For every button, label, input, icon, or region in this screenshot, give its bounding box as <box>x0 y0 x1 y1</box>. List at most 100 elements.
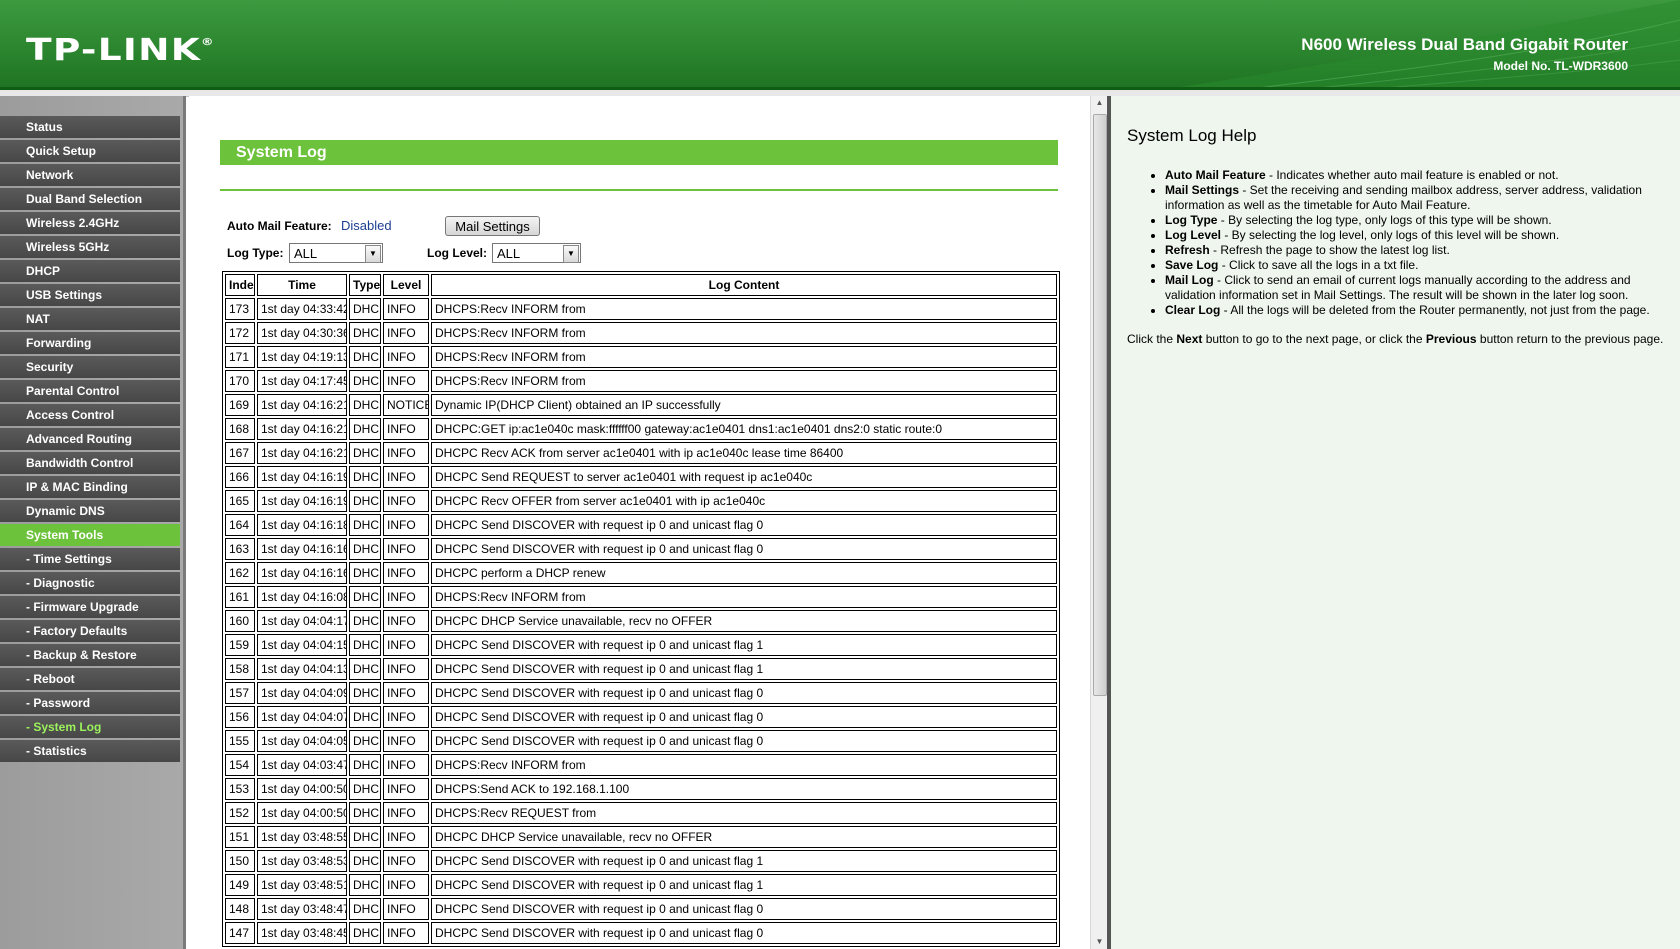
log-time: 1st day 04:03:47 <box>257 754 347 776</box>
table-row: 1581st day 04:04:13DHCPINFODHCPC Send DI… <box>225 658 1057 680</box>
log-content: DHCPC DHCP Service unavailable, recv no … <box>431 826 1057 848</box>
sidebar-subitem-system-log[interactable]: - System Log <box>0 716 180 738</box>
main-scrollbar[interactable]: ▲ ▼ <box>1090 96 1108 949</box>
log-type-select[interactable]: ALL ▼ <box>289 243 383 263</box>
log-level: INFO <box>383 442 429 464</box>
log-content: DHCPC DHCP Service unavailable, recv no … <box>431 610 1057 632</box>
log-level: INFO <box>383 322 429 344</box>
log-index: 159 <box>225 634 255 656</box>
log-content: DHCPC Send DISCOVER with request ip 0 an… <box>431 514 1057 536</box>
column-header-time: Time <box>257 274 347 296</box>
sidebar-subitem-firmware-upgrade[interactable]: - Firmware Upgrade <box>0 596 180 618</box>
sidebar-item-wireless-24ghz[interactable]: Wireless 2.4GHz <box>0 212 180 234</box>
sidebar-item-ip-mac-binding[interactable]: IP & MAC Binding <box>0 476 180 498</box>
log-time: 1st day 04:04:05 <box>257 730 347 752</box>
sidebar-item-access-control[interactable]: Access Control <box>0 404 180 426</box>
sidebar-item-status[interactable]: Status <box>0 116 180 138</box>
log-type: DHCP <box>349 826 381 848</box>
log-table: Index Time Type Level Log Content 1731st… <box>222 271 1060 947</box>
sidebar-item-usb-settings[interactable]: USB Settings <box>0 284 180 306</box>
log-level: INFO <box>383 706 429 728</box>
sidebar-subitem-backup-restore[interactable]: - Backup & Restore <box>0 644 180 666</box>
log-content: DHCPS:Recv INFORM from <box>431 370 1057 392</box>
log-type: DHCP <box>349 754 381 776</box>
log-type: DHCP <box>349 490 381 512</box>
log-content: DHCPC Send DISCOVER with request ip 0 an… <box>431 658 1057 680</box>
sidebar-item-wireless-5ghz[interactable]: Wireless 5GHz <box>0 236 180 258</box>
table-row: 1691st day 04:16:21DHCPNOTICEDynamic IP(… <box>225 394 1057 416</box>
log-level: INFO <box>383 898 429 920</box>
log-index: 155 <box>225 730 255 752</box>
sidebar-item-forwarding[interactable]: Forwarding <box>0 332 180 354</box>
sidebar-subitem-factory-defaults[interactable]: - Factory Defaults <box>0 620 180 642</box>
sidebar-item-dynamic-dns[interactable]: Dynamic DNS <box>0 500 180 522</box>
log-level: INFO <box>383 418 429 440</box>
log-level-select[interactable]: ALL ▼ <box>492 243 581 263</box>
help-panel: System Log Help Auto Mail Feature - Indi… <box>1111 96 1680 949</box>
log-type-value: ALL <box>294 246 318 261</box>
log-type: DHCP <box>349 346 381 368</box>
column-header-log-content: Log Content <box>431 274 1057 296</box>
column-header-index: Index <box>225 274 255 296</box>
table-row: 1501st day 03:48:53DHCPINFODHCPC Send DI… <box>225 850 1057 872</box>
sidebar-subitem-password[interactable]: - Password <box>0 692 180 714</box>
table-row: 1671st day 04:16:21DHCPINFODHCPC Recv AC… <box>225 442 1057 464</box>
sidebar-item-network[interactable]: Network <box>0 164 180 186</box>
chevron-down-icon[interactable]: ▼ <box>365 245 381 263</box>
log-content: DHCPS:Recv INFORM from <box>431 322 1057 344</box>
log-level: INFO <box>383 754 429 776</box>
sidebar-item-system-tools[interactable]: System Tools <box>0 524 180 546</box>
log-type: DHCP <box>349 682 381 704</box>
log-time: 1st day 04:00:50 <box>257 802 347 824</box>
page-title: System Log <box>220 140 1058 165</box>
sidebar-item-dhcp[interactable]: DHCP <box>0 260 180 282</box>
log-type: DHCP <box>349 706 381 728</box>
log-time: 1st day 04:16:18 <box>257 514 347 536</box>
mail-settings-button[interactable]: Mail Settings <box>445 216 540 236</box>
log-level: INFO <box>383 610 429 632</box>
log-level: INFO <box>383 514 429 536</box>
help-item: Refresh - Refresh the page to show the l… <box>1165 243 1680 258</box>
sidebar-item-bandwidth-control[interactable]: Bandwidth Control <box>0 452 180 474</box>
log-level: INFO <box>383 658 429 680</box>
scrollbar-thumb[interactable] <box>1093 114 1107 696</box>
log-index: 162 <box>225 562 255 584</box>
column-header-level: Level <box>383 274 429 296</box>
table-row: 1601st day 04:04:17DHCPINFODHCPC DHCP Se… <box>225 610 1057 632</box>
log-time: 1st day 03:48:51 <box>257 874 347 896</box>
sidebar-subitem-time-settings[interactable]: - Time Settings <box>0 548 180 570</box>
log-level: INFO <box>383 802 429 824</box>
log-level: INFO <box>383 466 429 488</box>
log-content: DHCPC Recv ACK from server ac1e0401 with… <box>431 442 1057 464</box>
sidebar-item-security[interactable]: Security <box>0 356 180 378</box>
log-content: DHCPS:Recv REQUEST from <box>431 802 1057 824</box>
log-time: 1st day 04:33:42 <box>257 298 347 320</box>
auto-mail-status: Disabled <box>341 218 392 233</box>
log-content: Dynamic IP(DHCP Client) obtained an IP s… <box>431 394 1057 416</box>
help-list: Auto Mail Feature - Indicates whether au… <box>1147 168 1680 318</box>
help-footer-text: button return to the previous page. <box>1476 332 1664 346</box>
scroll-down-arrow-icon[interactable]: ▼ <box>1091 935 1108 949</box>
log-content: DHCPC perform a DHCP renew <box>431 562 1057 584</box>
sidebar-item-advanced-routing[interactable]: Advanced Routing <box>0 428 180 450</box>
log-time: 1st day 04:04:13 <box>257 658 347 680</box>
sidebar-item-parental-control[interactable]: Parental Control <box>0 380 180 402</box>
model-number: Model No. TL-WDR3600 <box>1493 59 1628 73</box>
help-item: Save Log - Click to save all the logs in… <box>1165 258 1680 273</box>
log-time: 1st day 04:00:50 <box>257 778 347 800</box>
log-content: DHCPC Send DISCOVER with request ip 0 an… <box>431 874 1057 896</box>
log-time: 1st day 03:48:53 <box>257 850 347 872</box>
sidebar-item-nat[interactable]: NAT <box>0 308 180 330</box>
log-content: DHCPC Recv OFFER from server ac1e0401 wi… <box>431 490 1057 512</box>
sidebar-item-dual-band-selection[interactable]: Dual Band Selection <box>0 188 180 210</box>
log-time: 1st day 03:48:47 <box>257 898 347 920</box>
help-item: Log Level - By selecting the log level, … <box>1165 228 1680 243</box>
sidebar-subitem-reboot[interactable]: - Reboot <box>0 668 180 690</box>
sidebar-item-quick-setup[interactable]: Quick Setup <box>0 140 180 162</box>
scroll-up-arrow-icon[interactable]: ▲ <box>1091 96 1108 110</box>
log-time: 1st day 04:04:09 <box>257 682 347 704</box>
sidebar-subitem-diagnostic[interactable]: - Diagnostic <box>0 572 180 594</box>
sidebar-subitem-statistics[interactable]: - Statistics <box>0 740 180 762</box>
column-header-type: Type <box>349 274 381 296</box>
chevron-down-icon[interactable]: ▼ <box>563 245 579 263</box>
